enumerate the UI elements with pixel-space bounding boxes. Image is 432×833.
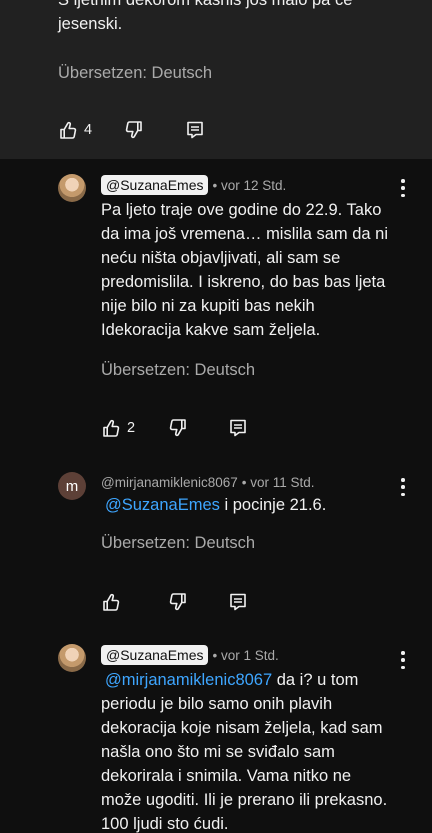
reply-comment-icon xyxy=(187,121,203,139)
comment-line: može ugoditi. Ili je prerano ili prekasn… xyxy=(101,791,388,809)
author-chip[interactable]: @SuzanaEmes xyxy=(101,645,209,665)
like-count: 2 xyxy=(127,420,136,436)
comment-header: @SuzanaEmes • vor 1 Std. xyxy=(101,644,279,666)
comment-line: predomislila. I iskreno, do bas bas ljet… xyxy=(101,273,386,291)
reply-comment-icon xyxy=(230,419,246,437)
comment-body: Pa ljeto traje ove godine do 22.9. Tako … xyxy=(101,198,401,342)
reply-comment: m @mirjanamiklenic8067 • vor 11 Std. @Su… xyxy=(0,471,432,616)
avatar[interactable] xyxy=(58,174,86,202)
comment-line: našla ono što mi se sviđalo sam xyxy=(101,743,335,761)
parent-comment-text: S ljetnim dekorom kasnis jos malo pa ce … xyxy=(58,0,388,36)
thumbs-up-icon xyxy=(60,121,77,139)
like-button[interactable]: 2 xyxy=(101,418,135,438)
avatar-letter: m xyxy=(65,477,79,495)
reply-button[interactable] xyxy=(228,418,248,438)
comment-text: da i? u tom xyxy=(272,671,359,689)
more-vertical-icon[interactable] xyxy=(398,651,408,669)
thumbs-up-icon xyxy=(103,593,120,611)
translate-link[interactable]: Übersetzen: Deutsch xyxy=(101,361,255,380)
reply-comment: @SuzanaEmes • vor 12 Std. Pa ljeto traje… xyxy=(0,174,432,444)
like-button[interactable]: 4 xyxy=(58,120,92,140)
thumbs-up-icon xyxy=(103,419,120,437)
dislike-button[interactable] xyxy=(168,418,188,438)
translate-link[interactable]: Übersetzen: Deutsch xyxy=(101,534,255,553)
reply-comment-icon xyxy=(230,593,246,611)
comment-time: • vor 12 Std. xyxy=(212,177,287,193)
comment-line: periodu je bilo samo onih plavih xyxy=(101,695,333,713)
comment-line: da ima još vremena… mislila sam da ni xyxy=(101,225,389,243)
comment-line: 100 ljudi sto ćudi. xyxy=(101,815,229,833)
author-chip[interactable]: @SuzanaEmes xyxy=(101,175,209,195)
comment-text: i pocinje 21.6. xyxy=(219,496,327,514)
comment-body: @mirjanamiklenic8067 da i? u tom periodu… xyxy=(101,668,406,833)
thumbs-down-icon xyxy=(125,121,142,139)
avatar[interactable] xyxy=(58,644,86,672)
author-name[interactable]: @mirjanamiklenic8067 xyxy=(101,475,238,490)
like-count: 4 xyxy=(84,122,93,138)
comment-line: nije bilo ni za kupiti bas nekih xyxy=(101,297,315,315)
comment-header: @mirjanamiklenic8067 • vor 11 Std. xyxy=(101,471,315,493)
thumbs-down-icon xyxy=(169,593,186,611)
comment-line: Pa ljeto traje ove godine do 22.9. Tako xyxy=(101,201,382,219)
dislike-button[interactable] xyxy=(124,120,144,140)
parent-comment: S ljetnim dekorom kasnis jos malo pa ce … xyxy=(0,0,432,159)
translate-link[interactable]: Übersetzen: Deutsch xyxy=(58,64,212,83)
comment-body: @SuzanaEmes i pocinje 21.6. xyxy=(101,493,401,517)
more-vertical-icon[interactable] xyxy=(398,179,408,197)
comment-header: @SuzanaEmes • vor 12 Std. xyxy=(101,174,286,196)
parent-comment-line: S ljetnim dekorom kasnis jos malo pa ce xyxy=(58,0,353,9)
reply-button[interactable] xyxy=(228,592,248,612)
reply-comment: @SuzanaEmes • vor 1 Std. @mirjanamikleni… xyxy=(0,644,432,833)
parent-comment-line: jesenski. xyxy=(58,15,123,33)
comment-time: • vor 1 Std. xyxy=(212,647,279,663)
comment-line: neću ništa objavljivati, ali sam se xyxy=(101,249,341,267)
comment-line: Idekoracija kakve sam željela. xyxy=(101,321,321,339)
dislike-button[interactable] xyxy=(168,592,188,612)
like-button[interactable] xyxy=(101,592,121,612)
comment-time: • vor 11 Std. xyxy=(241,474,315,490)
mention-link[interactable]: @SuzanaEmes xyxy=(105,496,220,514)
mention-link[interactable]: @mirjanamiklenic8067 xyxy=(105,671,272,689)
comment-line: @mirjanamiklenic8067 da i? u tom xyxy=(101,668,406,692)
comment-line: dekorirala i snimila. Vama nitko ne xyxy=(101,767,352,785)
comment-line: dekoracija koje nisam željela, kad sam xyxy=(101,719,383,737)
avatar[interactable]: m xyxy=(58,472,86,500)
reply-button[interactable] xyxy=(185,120,205,140)
thumbs-down-icon xyxy=(169,419,186,437)
